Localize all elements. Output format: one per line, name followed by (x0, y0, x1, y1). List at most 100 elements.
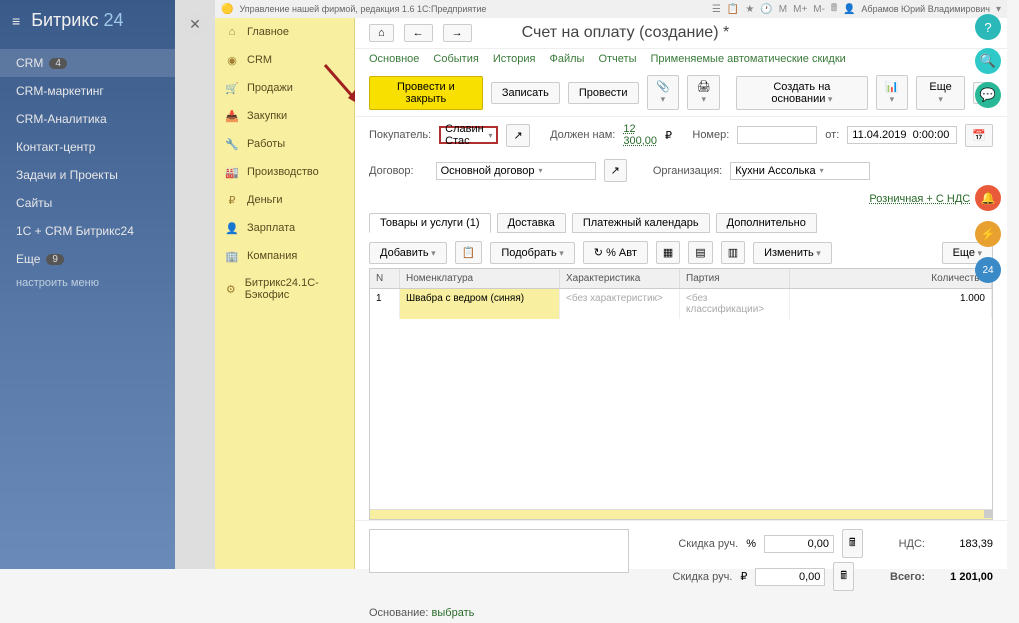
sidebar-item-1c-crm[interactable]: 1С + CRM Битрикс24 (0, 217, 175, 245)
horizontal-scrollbar[interactable] (370, 509, 992, 519)
home-button[interactable]: ⌂ (369, 24, 394, 42)
col-header-batch[interactable]: Партия (680, 269, 790, 288)
post-button[interactable]: Провести (568, 82, 639, 104)
bitrix-sidebar: ≡ Битрикс 24 CRM 4 CRM-маркетинг CRM-Ана… (0, 0, 175, 569)
basis-select-link[interactable]: выбрать (432, 607, 475, 619)
tab-history[interactable]: История (493, 53, 536, 65)
cell-nomenclature[interactable]: Швабра с ведром (синяя) (400, 289, 560, 319)
grid-icon-1[interactable]: ▦ (656, 241, 680, 264)
subtab-delivery[interactable]: Доставка (497, 213, 566, 233)
buyer-open-icon[interactable]: ↗ (506, 124, 529, 147)
sidebar-label: CRM-Аналитика (16, 112, 107, 126)
contract-open-icon[interactable]: ↗ (604, 159, 627, 182)
menu-salary[interactable]: 👤Зарплата (215, 214, 354, 242)
change-button[interactable]: Изменить (753, 242, 832, 264)
crm-icon: ◉ (225, 53, 239, 67)
attach-button[interactable]: 📎 (647, 75, 680, 110)
org-field[interactable]: Кухни Ассолька (730, 162, 870, 180)
col-header-nomenclature[interactable]: Номенклатура (400, 269, 560, 288)
report-button[interactable]: 📊 (876, 75, 909, 110)
date-field[interactable] (847, 126, 957, 144)
total-label: Всего: (890, 571, 925, 583)
menu-label: Продажи (247, 82, 293, 94)
print-button[interactable]: 🖨 (687, 75, 720, 110)
grid-icon-2[interactable]: ▤ (688, 241, 712, 264)
buyer-field[interactable]: Славин Стас (439, 126, 498, 144)
copy-icon[interactable]: 📋 (455, 241, 483, 264)
toolbar-icon[interactable]: ★ (745, 4, 754, 15)
auto-discount-button[interactable]: ↻ % Авт (583, 241, 648, 264)
toolbar-icon[interactable]: 📋 (727, 4, 739, 15)
b24-float-icon[interactable]: 24 (975, 257, 1001, 283)
price-type-link[interactable]: Розничная + С НДС (869, 193, 970, 205)
back-button[interactable]: ← (404, 24, 433, 42)
sidebar-label: Задачи и Проекты (16, 168, 118, 182)
menu-works[interactable]: 🔧Работы (215, 130, 354, 158)
owes-value[interactable]: 12 300,00 (623, 123, 657, 147)
sidebar-item-tasks[interactable]: Задачи и Проекты (0, 161, 175, 189)
buyer-label: Покупатель: (369, 129, 431, 141)
post-and-close-button[interactable]: Провести и закрыть (369, 76, 483, 110)
menu-b24-backoffice[interactable]: ⚙Битрикс24.1С-Бэкофис (215, 270, 354, 308)
number-field[interactable] (737, 126, 817, 144)
calendar-icon[interactable]: 📅 (965, 124, 993, 147)
font-m[interactable]: M (779, 4, 787, 15)
sidebar-item-crm-analytics[interactable]: CRM-Аналитика (0, 105, 175, 133)
menu-money[interactable]: ₽Деньги (215, 186, 354, 214)
subtab-goods[interactable]: Товары и услуги (1) (369, 213, 491, 233)
tab-main[interactable]: Основное (369, 53, 419, 65)
select-button[interactable]: Подобрать (490, 242, 574, 264)
close-icon[interactable]: ✕ (183, 12, 207, 36)
sidebar-item-more[interactable]: Еще 9 (0, 245, 175, 273)
main-content: ⌂ ← → Счет на оплату (создание) * × Осно… (355, 18, 1007, 569)
toolbar-icon[interactable]: 🕐 (760, 4, 772, 15)
sidebar-item-crm-marketing[interactable]: CRM-маркетинг (0, 77, 175, 105)
discount-rub-field[interactable] (755, 568, 825, 586)
font-m-plus[interactable]: M+ (793, 4, 807, 15)
menu-main[interactable]: ⌂Главное (215, 18, 354, 46)
menu-purchases[interactable]: 📥Закупки (215, 102, 354, 130)
dropdown-icon[interactable]: ▾ (996, 4, 1001, 15)
chat-float-icon[interactable]: 💬 (975, 82, 1001, 108)
forward-button[interactable]: → (443, 24, 472, 42)
toolbar-icon[interactable]: ☰ (712, 4, 721, 15)
sidebar-item-contact-center[interactable]: Контакт-центр (0, 133, 175, 161)
search-float-icon[interactable]: 🔍 (975, 48, 1001, 74)
menu-label: Производство (247, 166, 319, 178)
tab-reports[interactable]: Отчеты (598, 53, 636, 65)
calc-icon[interactable]: 🖩 (831, 1, 837, 18)
person-icon: 👤 (225, 221, 239, 235)
tab-files[interactable]: Файлы (550, 53, 585, 65)
font-m-minus[interactable]: M- (813, 4, 825, 15)
menu-production[interactable]: 🏭Производство (215, 158, 354, 186)
home-icon: ⌂ (225, 25, 239, 39)
subtab-payment-calendar[interactable]: Платежный календарь (572, 213, 710, 233)
activity-float-icon[interactable]: ⚡ (975, 221, 1001, 247)
subtab-additional[interactable]: Дополнительно (716, 213, 817, 233)
menu-sales[interactable]: 🛒Продажи (215, 74, 354, 102)
col-header-quantity[interactable]: Количество (790, 269, 992, 288)
configure-menu-link[interactable]: настроить меню (16, 277, 99, 289)
more-button[interactable]: Еще (916, 76, 965, 110)
discount-pct-field[interactable] (764, 535, 834, 553)
create-based-on-button[interactable]: Создать на основании (736, 76, 867, 110)
sidebar-item-sites[interactable]: Сайты (0, 189, 175, 217)
add-button[interactable]: Добавить (369, 242, 447, 264)
sidebar-item-crm[interactable]: CRM 4 (0, 49, 175, 77)
col-header-characteristic[interactable]: Характеристика (560, 269, 680, 288)
notification-float-icon[interactable]: 🔔 (975, 185, 1001, 211)
help-float-icon[interactable]: ? (975, 14, 1001, 40)
comment-textarea[interactable] (369, 529, 629, 573)
calc-icon[interactable]: 🖩 (833, 562, 854, 591)
menu-crm[interactable]: ◉CRM (215, 46, 354, 74)
save-button[interactable]: Записать (491, 82, 560, 104)
tab-discounts[interactable]: Применяемые автоматические скидки (650, 53, 845, 65)
col-header-n[interactable]: N (370, 269, 400, 288)
menu-company[interactable]: 🏢Компания (215, 242, 354, 270)
burger-icon[interactable]: ≡ (12, 13, 20, 29)
contract-field[interactable]: Основной договор (436, 162, 596, 180)
tab-events[interactable]: События (433, 53, 478, 65)
table-row[interactable]: 1 Швабра с ведром (синяя) <без характери… (370, 289, 992, 319)
calc-icon[interactable]: 🖩 (842, 529, 863, 558)
grid-icon-3[interactable]: ▥ (721, 241, 745, 264)
